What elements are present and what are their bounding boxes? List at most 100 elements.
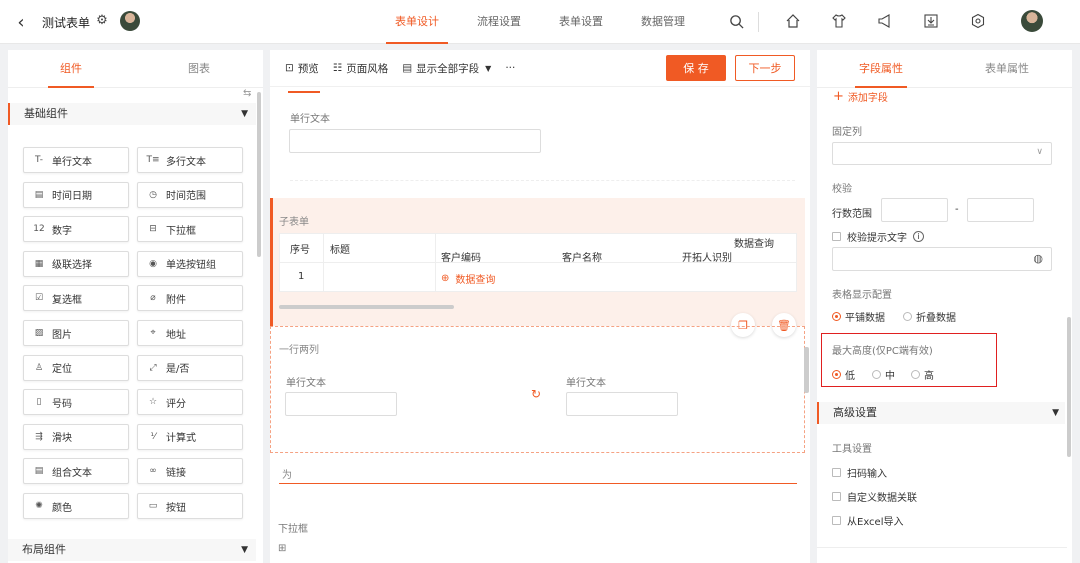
component-item[interactable]: ⅟ 计算式 (137, 423, 243, 450)
tab-data-management[interactable]: 数据管理 (632, 0, 694, 44)
gear-icon[interactable]: ⚙ (95, 13, 109, 28)
next-step-button[interactable]: 下一步 (735, 55, 795, 81)
component-item[interactable]: ⌖ 地址 (137, 320, 243, 346)
component-item[interactable]: T- 单行文本 (23, 147, 129, 173)
component-label: 颜色 (52, 502, 72, 514)
dropdown-icon: ⊞ (278, 543, 287, 554)
user-avatar[interactable] (1021, 10, 1043, 32)
tab-components[interactable]: 组件 (48, 50, 94, 88)
tab-form-design[interactable]: 表单设计 (386, 0, 448, 44)
component-icon: ▭ (148, 501, 158, 511)
more-button[interactable]: ··· (505, 62, 515, 74)
swap-icon[interactable]: ⇆ (243, 88, 251, 99)
radio-height-low[interactable]: 低 (832, 367, 855, 382)
table-hscrollbar[interactable] (279, 305, 454, 309)
component-item[interactable]: ▤ 组合文本 (23, 458, 129, 485)
hint-text-checkbox[interactable]: 校验提示文字 i (832, 229, 924, 244)
show-all-fields-button[interactable]: ▤ 显示全部字段 ▼ (402, 61, 491, 76)
component-item[interactable]: ✺ 颜色 (23, 493, 129, 519)
dotted-separator (290, 180, 795, 181)
data-query-link[interactable]: ⊕ 数据查询 (441, 271, 495, 286)
component-item[interactable]: ▤ 时间日期 (23, 181, 129, 208)
component-icon: ▤ (34, 189, 44, 200)
component-label: 附件 (166, 294, 186, 306)
radio-height-high[interactable]: 高 (911, 367, 934, 382)
tool-custom-data-link[interactable]: 自定义数据关联 (832, 489, 917, 504)
page-style-button[interactable]: ☷ 页面风格 (333, 61, 388, 76)
tab-form-properties[interactable]: 表单属性 (981, 50, 1033, 88)
left-col-input[interactable] (285, 392, 397, 416)
left-scrollbar[interactable] (257, 92, 261, 257)
advanced-settings-section[interactable]: 高级设置 ▼ (817, 402, 1065, 424)
megaphone-icon[interactable] (877, 13, 893, 29)
back-icon[interactable]: ‹ (12, 12, 30, 33)
single-text-label: 单行文本 (290, 114, 330, 125)
hint-text-input[interactable]: ◍ (832, 247, 1052, 271)
tool-excel-import[interactable]: 从Excel导入 (832, 513, 904, 528)
right-col-input[interactable] (566, 392, 678, 416)
component-icon: T≡ (146, 155, 160, 165)
radio-fold-data[interactable]: 折叠数据 (903, 309, 956, 324)
component-item[interactable]: ⊟ 下拉框 (137, 216, 243, 243)
single-text-input[interactable] (289, 129, 541, 153)
preview-icon: ⊡ (285, 62, 294, 74)
table-col-divider (435, 233, 436, 292)
component-icon: ⊟ (149, 224, 157, 235)
component-item[interactable]: ⌀ 附件 (137, 285, 243, 312)
component-item[interactable]: ◉ 单选按钮组 (137, 250, 243, 277)
tab-form-settings[interactable]: 表单设置 (550, 0, 612, 44)
home-icon[interactable] (785, 13, 801, 29)
basic-components-section[interactable]: 基础组件 ▼ (8, 103, 256, 125)
fixed-col-label: 固定列 (832, 127, 862, 138)
tab-field-properties[interactable]: 字段属性 (855, 50, 907, 88)
right-scrollbar[interactable] (1067, 317, 1071, 457)
layout-components-section[interactable]: 布局组件 ▼ (8, 539, 256, 561)
component-label: 单选按钮组 (166, 260, 216, 272)
component-item[interactable]: ▭ 按钮 (137, 493, 243, 519)
component-item[interactable]: 12 数字 (23, 216, 129, 243)
fixed-col-select[interactable]: ∨ (832, 142, 1052, 165)
component-item[interactable]: ▦ 级联选择 (23, 250, 129, 277)
preview-button[interactable]: ⊡ 预览 (285, 61, 319, 76)
component-item[interactable]: ⇶ 滑块 (23, 423, 129, 450)
component-item[interactable]: ◷ 时间范围 (137, 181, 243, 208)
row-range-min[interactable] (881, 198, 948, 222)
center-scrollbar[interactable] (804, 347, 809, 393)
component-label: 时间日期 (52, 191, 92, 203)
component-item[interactable]: ☑ 复选框 (23, 285, 129, 312)
download-icon[interactable] (923, 13, 939, 29)
radio-tile-data[interactable]: 平铺数据 (832, 309, 885, 324)
max-height-label: 最大高度(仅PC端有效) (832, 346, 933, 357)
refresh-icon[interactable]: ↻ (529, 387, 543, 401)
search-icon[interactable] (728, 13, 744, 29)
component-icon: ☆ (148, 397, 158, 408)
left-tabs: 组件 图表 (8, 50, 263, 88)
right-bottom-divider (817, 547, 1067, 548)
component-item[interactable]: ∞ 链接 (137, 458, 243, 485)
plus-icon: + (833, 89, 844, 104)
wei-field-underline[interactable] (279, 483, 797, 484)
component-label: 链接 (166, 467, 186, 479)
avatar[interactable] (120, 11, 140, 31)
orange-line (288, 91, 320, 93)
component-item[interactable]: ▨ 图片 (23, 320, 129, 346)
tab-charts[interactable]: 图表 (176, 50, 222, 88)
save-button[interactable]: 保 存 (666, 55, 726, 81)
component-item[interactable]: ▯ 号码 (23, 389, 129, 416)
tab-flow-settings[interactable]: 流程设置 (468, 0, 530, 44)
tool-scan-input[interactable]: 扫码输入 (832, 465, 887, 480)
component-icon: 12 (33, 224, 45, 235)
component-item[interactable]: ☆ 评分 (137, 389, 243, 416)
shirt-icon[interactable] (831, 13, 847, 29)
component-item[interactable]: T≡ 多行文本 (137, 147, 243, 173)
add-field-button[interactable]: + 添加字段 (833, 89, 888, 104)
component-item[interactable]: ♙ 定位 (23, 354, 129, 381)
radio-height-mid[interactable]: 中 (872, 367, 895, 382)
right-col-label: 单行文本 (566, 378, 606, 389)
component-icon: ◷ (149, 189, 157, 200)
component-icon: ▨ (34, 328, 44, 338)
component-item[interactable]: ⤢ 是/否 (137, 354, 243, 381)
settings-hex-icon[interactable] (970, 13, 986, 29)
component-icon: ▦ (34, 258, 44, 269)
row-range-max[interactable] (967, 198, 1034, 222)
